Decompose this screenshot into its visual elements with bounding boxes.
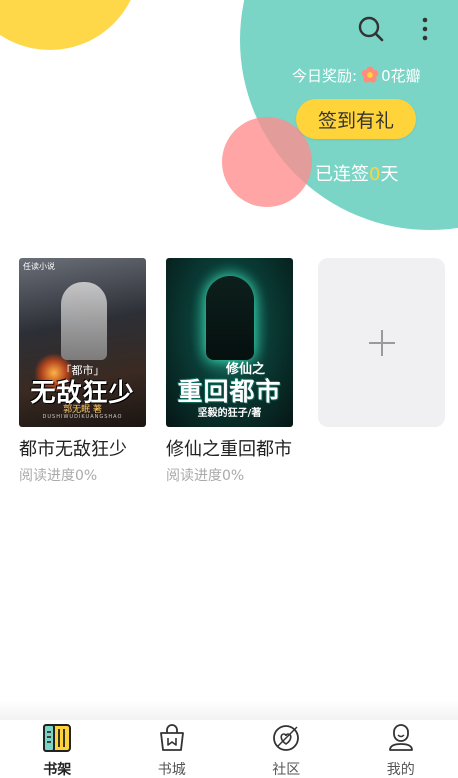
bookshelf-screen: 今日奖励: 0花瓣 签到有礼 已连签0天 任读小说 「都市」 无敌狂少 郭无眠 … [0,0,458,778]
book-item[interactable]: 修仙之 重回都市 坚毅的狂子/著 修仙之重回都市 阅读进度0% [166,258,294,485]
add-book-button[interactable] [318,258,445,427]
daily-reward: 今日奖励: 0花瓣 [292,64,421,86]
bottom-nav-shadow [0,700,458,720]
more-vertical-icon [422,17,428,41]
search-button[interactable] [354,12,388,46]
cover-author: 坚毅的狂子/著 [197,408,262,419]
cover-art-figure [206,276,254,360]
decorative-yellow-circle [0,0,140,50]
nav-profile[interactable]: 我的 [344,720,458,778]
cover-title: 重回都市 [177,377,282,406]
reading-progress: 阅读进度0% [166,468,245,484]
bookstore-bag-icon [157,723,187,753]
community-icon [271,723,301,753]
cover-logo: 任读小说 [23,262,55,271]
search-icon [358,16,384,42]
nav-bookshelf[interactable]: 书架 [0,720,115,778]
bookshelf-icon [42,723,72,753]
profile-icon [386,723,416,753]
sign-in-button[interactable]: 签到有礼 [296,99,416,139]
decorative-pink-circle [222,117,312,207]
streak-days: 0 [369,164,381,185]
nav-label: 社区 [272,762,301,778]
bottom-navigation: 书架 书城 社区 我的 [0,720,458,778]
book-title[interactable]: 都市无敌狂少 [19,435,147,461]
book-item[interactable]: 任读小说 「都市」 无敌狂少 郭无眠 著 DUSHIWUDIKUANGSHAO … [19,258,147,485]
sign-in-streak: 已连签0天 [315,160,398,186]
more-options-button[interactable] [408,12,442,46]
streak-prefix: 已连签 [315,164,369,185]
nav-label: 书架 [43,762,72,778]
cover-pinyin: DUSHIWUDIKUANGSHAO [42,414,123,420]
cover-art-figure [61,282,107,360]
plus-icon [368,329,395,356]
nav-community[interactable]: 社区 [229,720,344,778]
book-cover[interactable]: 修仙之 重回都市 坚毅的狂子/著 [166,258,293,427]
bookshelf: 任读小说 「都市」 无敌狂少 郭无眠 著 DUSHIWUDIKUANGSHAO … [19,258,447,488]
reward-amount: 0花瓣 [381,66,421,85]
book-title[interactable]: 修仙之重回都市 [166,435,294,461]
flower-icon [361,66,379,83]
nav-label: 我的 [386,762,415,778]
reward-label: 今日奖励: [292,66,358,85]
streak-suffix: 天 [380,164,399,185]
reading-progress: 阅读进度0% [19,468,98,484]
nav-bookstore[interactable]: 书城 [115,720,230,778]
nav-label: 书城 [157,762,186,778]
book-cover[interactable]: 任读小说 「都市」 无敌狂少 郭无眠 著 DUSHIWUDIKUANGSHAO [19,258,146,427]
